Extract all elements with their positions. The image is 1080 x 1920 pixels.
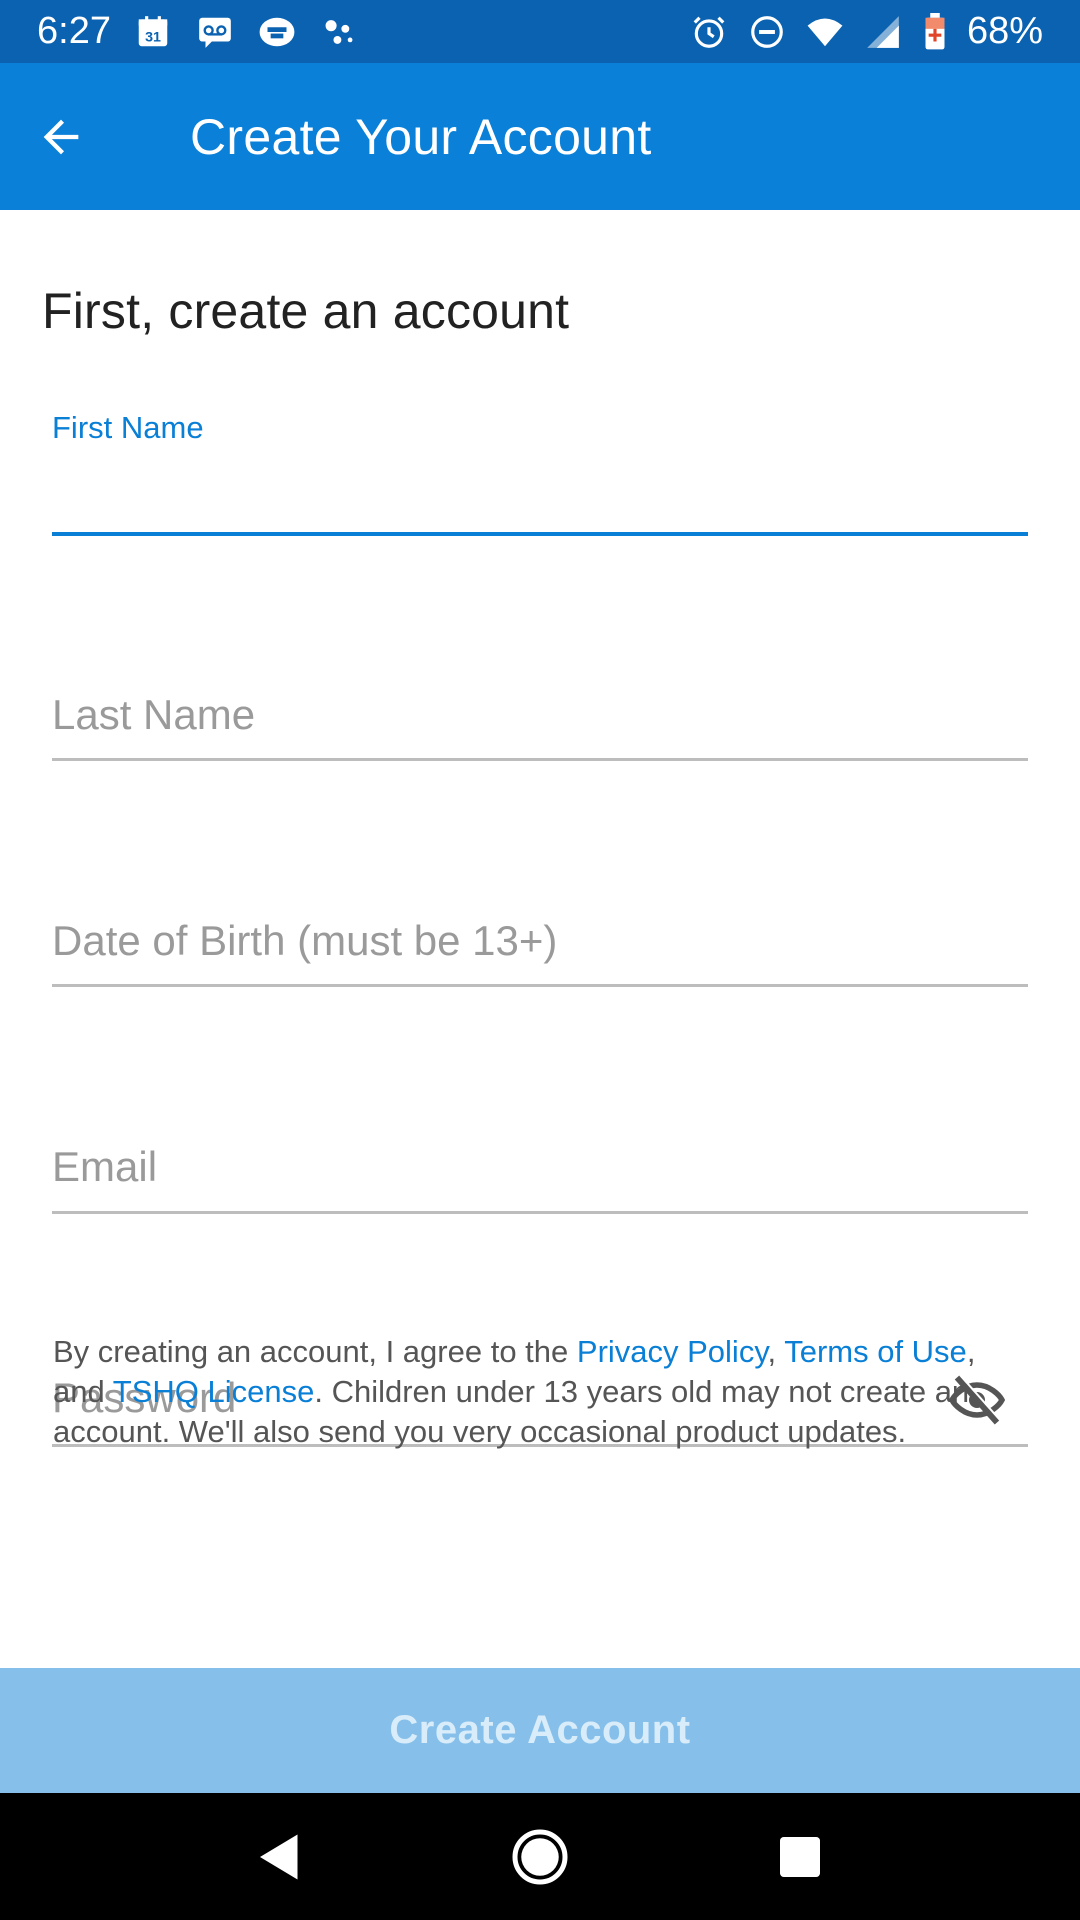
nav-back-button[interactable] bbox=[240, 1817, 320, 1897]
first-name-label: First Name bbox=[52, 410, 204, 445]
first-name-field: First Name bbox=[52, 410, 1028, 550]
dob-field bbox=[52, 901, 1028, 1001]
terms-text: By creating an account, I agree to the P… bbox=[53, 1332, 1013, 1458]
home-circle-icon bbox=[512, 1829, 568, 1884]
nav-recents-button[interactable] bbox=[760, 1817, 840, 1897]
last-name-input[interactable] bbox=[52, 675, 1028, 755]
tshq-license-link[interactable]: TSHQ License bbox=[113, 1374, 315, 1409]
privacy-policy-link[interactable]: Privacy Policy bbox=[577, 1334, 768, 1369]
dob-input[interactable] bbox=[52, 901, 1028, 981]
battery-icon bbox=[921, 12, 949, 52]
dots-icon bbox=[319, 12, 359, 52]
terms-part1: By creating an account, I agree to the bbox=[53, 1334, 577, 1369]
first-name-input[interactable] bbox=[52, 452, 1028, 532]
page-title: Create Your Account bbox=[190, 108, 652, 165]
first-name-underline bbox=[52, 532, 1028, 536]
dob-underline bbox=[52, 984, 1028, 987]
recents-square-icon bbox=[780, 1836, 820, 1877]
back-triangle-icon bbox=[260, 1834, 298, 1879]
app-bar: Create Your Account bbox=[0, 63, 1080, 210]
last-name-field bbox=[52, 675, 1028, 775]
email-field bbox=[52, 1127, 1028, 1227]
calendar-icon: 31 bbox=[133, 12, 173, 52]
alarm-icon bbox=[689, 12, 729, 52]
do-not-disturb-icon bbox=[747, 12, 787, 52]
status-time: 6:27 bbox=[37, 10, 111, 52]
status-bar: 6:27 31 68% bbox=[0, 0, 1080, 63]
terms-of-use-link[interactable]: Terms of Use bbox=[784, 1334, 967, 1369]
arrow-left-icon bbox=[43, 119, 79, 154]
nav-home-button[interactable] bbox=[500, 1817, 580, 1897]
printer-icon bbox=[257, 12, 297, 52]
calendar-day: 31 bbox=[145, 29, 161, 45]
form-content: First, create an account First Name Last… bbox=[0, 210, 1080, 1668]
wifi-icon bbox=[805, 12, 845, 52]
email-underline bbox=[52, 1211, 1028, 1214]
battery-percent: 68% bbox=[966, 10, 1043, 52]
back-button[interactable] bbox=[0, 63, 150, 210]
create-account-button[interactable]: Create Account bbox=[0, 1668, 1080, 1793]
signal-icon bbox=[863, 12, 903, 52]
navigation-bar bbox=[0, 1793, 1080, 1920]
email-input[interactable] bbox=[52, 1127, 1028, 1207]
voicemail-icon bbox=[195, 12, 235, 52]
form-heading: First, create an account bbox=[42, 283, 570, 339]
terms-sep1: , bbox=[767, 1334, 785, 1369]
last-name-underline bbox=[52, 758, 1028, 761]
